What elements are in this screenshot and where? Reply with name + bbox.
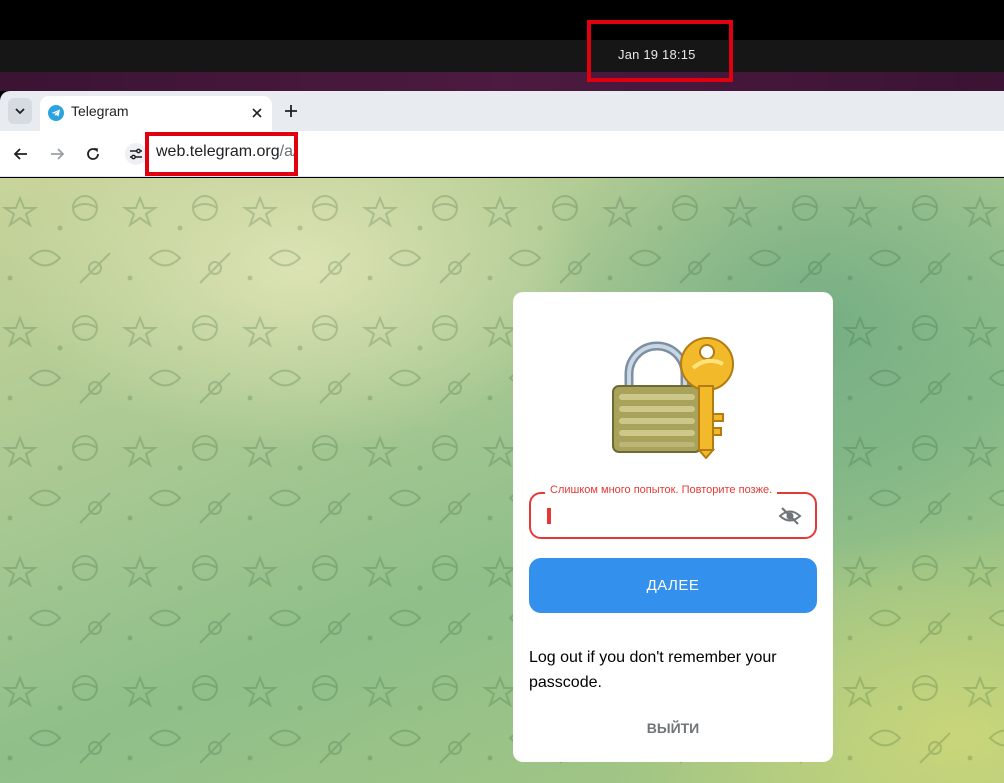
back-button[interactable] — [9, 142, 33, 166]
logout-button[interactable]: ВЫЙТИ — [529, 712, 817, 744]
tab-search-button[interactable] — [8, 98, 32, 124]
doodle-pattern-background — [0, 178, 1004, 783]
browser-tab-telegram[interactable]: Telegram — [40, 96, 272, 131]
eye-off-icon[interactable] — [778, 506, 802, 526]
arrow-left-icon — [13, 148, 27, 160]
reload-icon — [87, 148, 99, 160]
logout-hint-text: Log out if you don't remember your passc… — [529, 649, 777, 691]
system-panel — [0, 40, 1004, 72]
tune-icon — [130, 148, 142, 160]
desktop-wallpaper-strip — [0, 72, 1004, 91]
url-highlight-box — [145, 132, 298, 176]
passcode-field[interactable]: Слишком много попыток. Повторите позже. — [529, 484, 817, 539]
telegram-web-page: Слишком много попыток. Повторите позже. … — [0, 178, 1004, 783]
passcode-card: Слишком много попыток. Повторите позже. … — [513, 292, 833, 762]
tab-title: Telegram — [71, 103, 129, 119]
chevron-down-icon — [15, 108, 25, 115]
arrow-right-icon — [51, 148, 65, 160]
plus-icon — [285, 105, 297, 117]
forward-button[interactable] — [45, 142, 69, 166]
site-info-button[interactable] — [125, 143, 147, 165]
passcode-error-label: Слишком много попыток. Повторите позже. — [545, 484, 778, 496]
text-caret — [547, 508, 551, 524]
next-button[interactable]: ДАЛЕЕ — [529, 558, 817, 613]
telegram-icon — [48, 105, 64, 121]
reload-button[interactable] — [81, 142, 105, 166]
new-tab-button[interactable] — [280, 100, 302, 122]
close-icon — [252, 108, 262, 118]
system-top-bar — [0, 0, 1004, 40]
padlock-key-icon — [612, 337, 734, 459]
close-tab-button[interactable] — [248, 104, 266, 122]
clock-highlight-box — [587, 20, 733, 82]
